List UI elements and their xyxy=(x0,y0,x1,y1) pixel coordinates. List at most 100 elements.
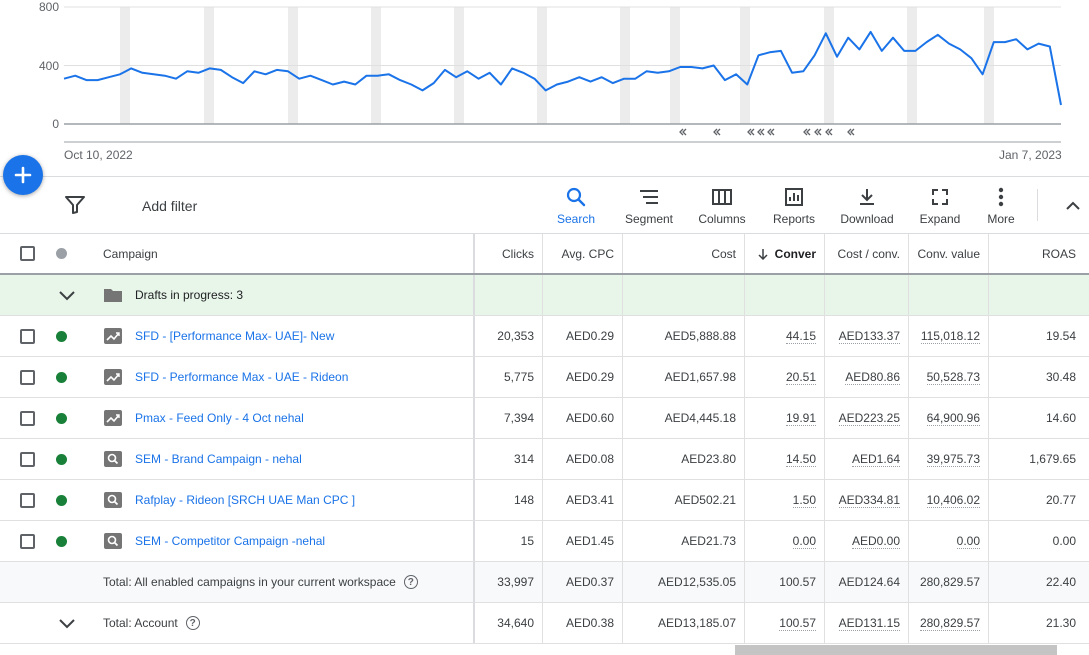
clicks-header[interactable]: Clicks xyxy=(473,234,542,273)
row-checkbox[interactable] xyxy=(19,369,35,385)
conversions-cell: 20.51 xyxy=(744,357,824,397)
cost-header[interactable]: Cost xyxy=(622,234,744,273)
table-header-row: Campaign Clicks Avg. CPC Cost Conver Cos… xyxy=(0,234,1089,275)
drafts-expand-cell xyxy=(57,275,79,315)
row-checkbox[interactable] xyxy=(19,492,35,508)
download-tool-button[interactable]: Download xyxy=(836,183,898,229)
conversions-cell: 14.50 xyxy=(744,439,824,479)
total-enabled-conv-value: 280,829.57 xyxy=(908,562,988,602)
table-toolbar: Add filter Search Segment Columns Report… xyxy=(0,176,1089,234)
search-tool-button[interactable]: Search xyxy=(552,183,600,229)
drafts-empty xyxy=(622,275,744,315)
status-header-dot[interactable] xyxy=(55,248,67,259)
segment-icon xyxy=(640,190,658,204)
cost-per-conv-cell: AED133.37 xyxy=(824,316,908,356)
enabled-status-dot[interactable] xyxy=(55,330,67,342)
create-new-button[interactable] xyxy=(3,155,43,195)
download-icon xyxy=(860,189,874,205)
row-checkbox[interactable] xyxy=(19,410,35,426)
select-all-checkbox[interactable] xyxy=(19,246,35,261)
table-row[interactable]: SEM - Competitor Campaign -nehal 15 AED1.4… xyxy=(0,521,1089,562)
add-filter-button[interactable]: Add filter xyxy=(142,198,197,214)
horizontal-scrollbar[interactable] xyxy=(735,645,1057,655)
table-row[interactable]: Pmax - Feed Only - 4 Oct nehal 7,394 AED0.… xyxy=(0,398,1089,439)
enabled-status-dot[interactable] xyxy=(55,535,67,547)
row-checkbox[interactable] xyxy=(19,451,35,467)
row-checkbox[interactable] xyxy=(19,328,35,344)
row-checkbox[interactable] xyxy=(19,533,35,549)
total-account-conversions: 100.57 xyxy=(744,603,824,643)
table-row[interactable]: SFD - [Performance Max- UAE]- New 20,353 A… xyxy=(0,316,1089,357)
performance-max-icon xyxy=(104,328,122,344)
chevron-down-icon[interactable] xyxy=(57,288,77,302)
campaign-name-link[interactable]: SEM - Brand Campaign - nehal xyxy=(135,452,302,466)
avg-cpc-header[interactable]: Avg. CPC xyxy=(542,234,622,273)
change-history-icon xyxy=(713,128,721,136)
y-tick-label: 0 xyxy=(52,117,59,131)
conv-value-cell: 115,018.12 xyxy=(908,316,988,356)
help-icon[interactable]: ? xyxy=(403,575,418,589)
total-account-conversions-value: 100.57 xyxy=(779,615,816,631)
help-icon[interactable]: ? xyxy=(185,616,200,630)
performance-max-icon xyxy=(104,369,122,385)
status-cell xyxy=(55,316,67,356)
total-account-label: Total: Account xyxy=(103,616,178,630)
avg-cpc-cell: AED0.60 xyxy=(542,398,622,438)
expand-tool-button[interactable]: Expand xyxy=(914,183,966,229)
columns-tool-button[interactable]: Columns xyxy=(694,183,750,229)
row-select-cell xyxy=(19,480,35,520)
avg-cpc-cell: AED3.41 xyxy=(542,480,622,520)
table-row[interactable]: SFD - Performance Max - UAE - Rideon 5,77… xyxy=(0,357,1089,398)
enabled-status-dot[interactable] xyxy=(55,412,67,424)
cost-per-conv-value: AED0.00 xyxy=(851,533,900,549)
clicks-cell: 5,775 xyxy=(473,357,542,397)
cost-cell: AED21.73 xyxy=(622,521,744,561)
status-cell xyxy=(55,398,67,438)
conv-value-cell: 39,975.73 xyxy=(908,439,988,479)
filter-icon[interactable] xyxy=(64,195,86,215)
cost-per-conv-header[interactable]: Cost / conv. xyxy=(824,234,908,273)
row-select-cell xyxy=(19,398,35,438)
conv-value-value: 39,975.73 xyxy=(926,451,980,467)
conversions-header[interactable]: Conver xyxy=(744,234,824,273)
campaign-name-link[interactable]: SFD - Performance Max - UAE - Rideon xyxy=(135,370,348,384)
chevron-down-icon[interactable] xyxy=(57,616,77,630)
total-account-roas: 21.30 xyxy=(988,603,1084,643)
total-account-conv-value-value: 280,829.57 xyxy=(919,615,980,631)
more-vert-icon xyxy=(998,187,1004,207)
enabled-status-dot[interactable] xyxy=(55,494,67,506)
conv-value-cell: 0.00 xyxy=(908,521,988,561)
change-history-icon xyxy=(757,128,765,136)
conv-value-header[interactable]: Conv. value xyxy=(908,234,988,273)
clicks-cell: 7,394 xyxy=(473,398,542,438)
conv-value-value: 0.00 xyxy=(956,533,980,549)
search-campaign-icon xyxy=(104,492,122,508)
avg-cpc-cell: AED1.45 xyxy=(542,521,622,561)
avg-cpc-cell: AED0.29 xyxy=(542,316,622,356)
campaign-name-link[interactable]: SFD - [Performance Max- UAE]- New xyxy=(135,329,334,343)
campaign-header[interactable]: Campaign xyxy=(103,234,468,273)
conversions-value: 20.51 xyxy=(785,369,816,385)
search-campaign-icon xyxy=(104,533,122,549)
chevron-up-icon[interactable] xyxy=(1063,197,1083,215)
reports-tool-label: Reports xyxy=(772,212,816,226)
table-row[interactable]: Rafplay - Rideon [SRCH UAE Man CPC ] 148 A… xyxy=(0,480,1089,521)
roas-header[interactable]: ROAS xyxy=(988,234,1084,273)
cost-per-conv-value: AED80.86 xyxy=(845,369,900,385)
enabled-status-dot[interactable] xyxy=(55,453,67,465)
account-expand-cell xyxy=(57,603,79,643)
enabled-status-dot[interactable] xyxy=(55,371,67,383)
segment-tool-button[interactable]: Segment xyxy=(620,183,678,229)
campaign-name-link[interactable]: Rafplay - Rideon [SRCH UAE Man CPC ] xyxy=(135,493,355,507)
cost-cell: AED1,657.98 xyxy=(622,357,744,397)
status-header xyxy=(55,234,67,273)
reports-tool-button[interactable]: Reports xyxy=(767,183,821,229)
campaign-name-link[interactable]: Pmax - Feed Only - 4 Oct nehal xyxy=(135,411,304,425)
campaign-name-link[interactable]: SEM - Competitor Campaign -nehal xyxy=(135,534,325,548)
table-row[interactable]: SEM - Brand Campaign - nehal 314 AED0.08 AE… xyxy=(0,439,1089,480)
drafts-row[interactable]: Drafts in progress: 3 xyxy=(0,275,1089,316)
more-tool-button[interactable]: More xyxy=(982,183,1020,229)
roas-cell: 20.77 xyxy=(988,480,1084,520)
conv-value-value: 64,900.96 xyxy=(926,410,980,426)
campaigns-table: Campaign Clicks Avg. CPC Cost Conver Cos… xyxy=(0,234,1089,644)
